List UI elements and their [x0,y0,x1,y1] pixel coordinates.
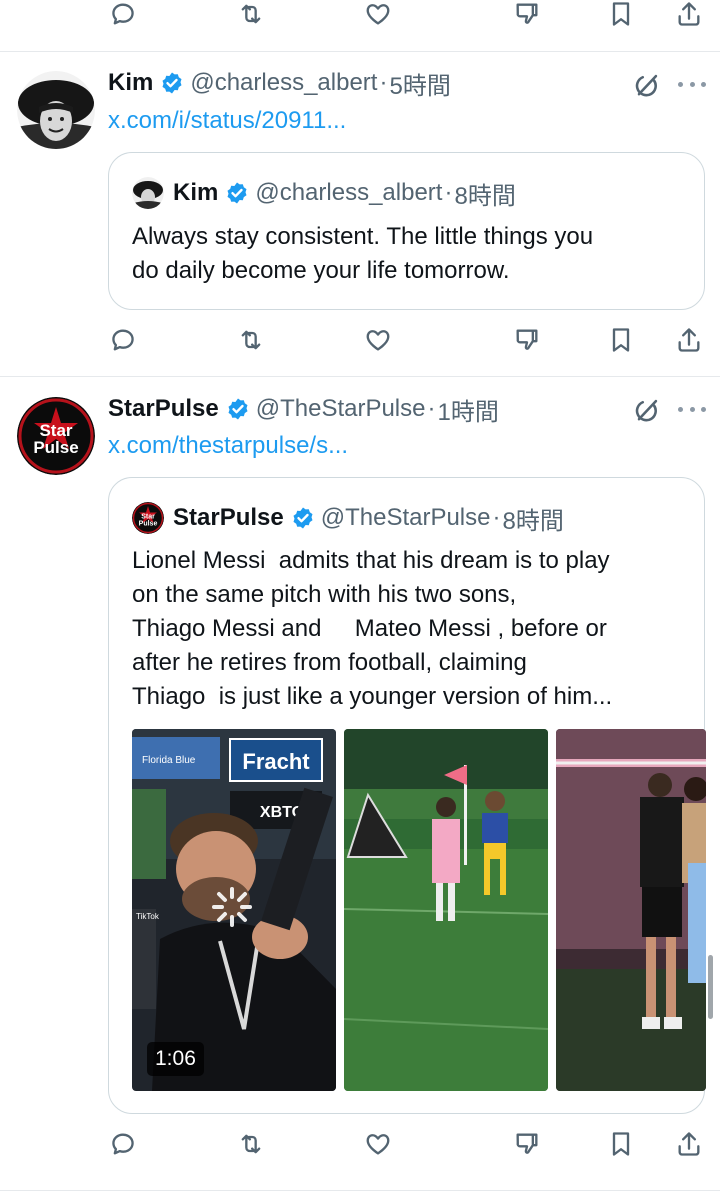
divider [0,51,720,52]
media-video[interactable]: Florida Blue Fracht XBTO TikTok 1:06 [132,729,336,1091]
bookmark-icon[interactable] [601,320,641,360]
separator-dot: · [444,179,453,206]
thumbs-down-icon[interactable] [507,1124,547,1164]
verified-badge-icon [160,71,184,95]
repost-icon[interactable] [231,0,271,34]
quote-avatar-text-pulse: Pulse [139,521,158,528]
action-bar [0,0,720,34]
share-icon[interactable] [669,320,709,360]
author-name[interactable]: Kim [108,69,153,97]
avatar[interactable]: Star Pulse [17,397,95,475]
quoted-tweet[interactable]: Star Pulse StarPulse @TheStarPulse · 8時間… [108,477,706,1114]
quote-text: Always stay consistent. The little thing… [132,223,594,284]
heart-icon[interactable] [358,1124,398,1164]
action-bar [0,320,720,360]
repost-icon[interactable] [231,320,271,360]
quote-author-name: Kim [173,179,219,206]
tweet-link[interactable]: x.com/i/status/20911... [108,107,346,135]
verified-badge-icon [291,506,315,530]
video-duration: 1:06 [147,1042,204,1076]
separator-dot: · [427,395,436,422]
reply-icon[interactable] [103,1124,143,1164]
avatar[interactable] [17,71,95,149]
thumbs-down-icon[interactable] [507,0,547,34]
media-photo[interactable] [556,729,706,1091]
quote-timestamp: 8時間 [502,507,564,535]
quote-avatar: Star Pulse [132,502,164,534]
author-handle[interactable]: @TheStarPulse [256,395,426,423]
quote-avatar [132,177,164,209]
quote-header: Kim @charless_albert · 8時間 [132,177,516,210]
more-options-icon[interactable] [675,70,709,98]
repost-icon[interactable] [231,1124,271,1164]
heart-icon[interactable] [358,0,398,34]
author-name[interactable]: StarPulse [108,395,219,423]
divider [0,376,720,377]
separator-dot: · [492,504,501,531]
reply-icon[interactable] [103,0,143,34]
quote-author-name: StarPulse [173,504,284,531]
share-icon[interactable] [669,0,709,34]
timestamp[interactable]: 5時間 [389,66,450,101]
quoted-tweet[interactable]: Kim @charless_albert · 8時間 Always stay c… [108,152,705,310]
bookmark-icon[interactable] [601,1124,641,1164]
quote-header: Star Pulse StarPulse @TheStarPulse · 8時間 [132,502,564,535]
quote-text: Lionel Messi admits that his dream is to… [132,547,613,710]
scrollbar[interactable] [708,955,713,1019]
reply-icon[interactable] [103,320,143,360]
tweet-link[interactable]: x.com/thestarpulse/s... [108,432,348,460]
grok-icon[interactable] [632,72,660,100]
bookmark-icon[interactable] [601,0,641,34]
thumbs-down-icon[interactable] [507,320,547,360]
action-bar [0,1124,720,1164]
verified-badge-icon [225,181,249,205]
watermark-text: TikTok [136,912,160,921]
timestamp[interactable]: 1時間 [438,392,499,427]
quote-author-handle: @charless_albert [255,179,443,206]
heart-icon[interactable] [358,320,398,360]
divider [0,1190,720,1191]
media-photo[interactable] [344,729,548,1091]
avatar-text-pulse: Pulse [33,438,78,457]
more-options-icon[interactable] [675,395,709,423]
grok-icon[interactable] [632,397,660,425]
tweet-header: Kim @charless_albert · 5時間 [108,66,451,101]
author-handle[interactable]: @charless_albert [190,69,377,97]
tweet-header: StarPulse @TheStarPulse · 1時間 [108,392,499,427]
separator-dot: · [379,69,388,96]
quote-author-handle: @TheStarPulse [320,504,491,531]
sign-text-florida: Florida Blue [142,755,196,766]
verified-badge-icon [226,397,250,421]
share-icon[interactable] [669,1124,709,1164]
quote-timestamp: 8時間 [454,182,516,210]
sign-text-fracht: Fracht [242,749,310,774]
quote-avatar-text-star: Star [141,514,155,521]
